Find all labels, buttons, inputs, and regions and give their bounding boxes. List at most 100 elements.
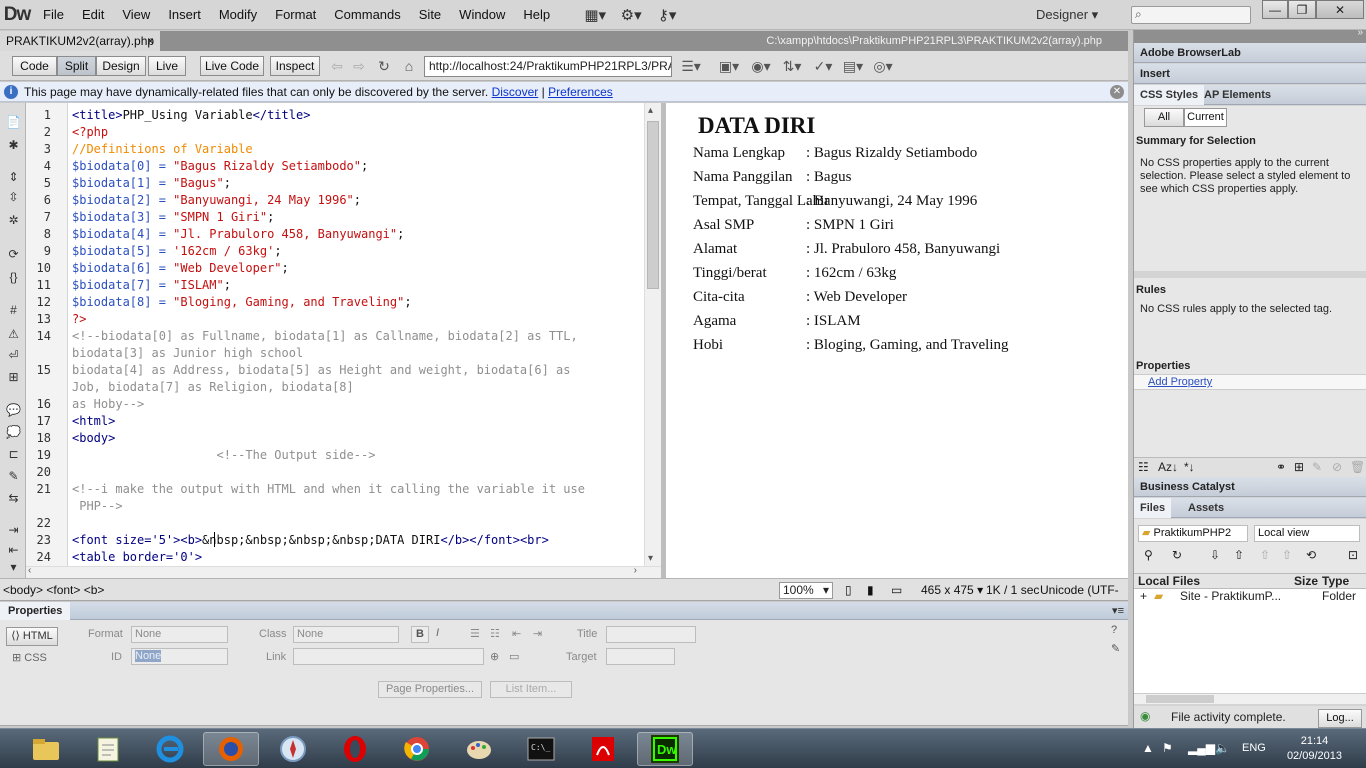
close-icon[interactable]: × xyxy=(147,31,154,51)
collapse-tag-icon[interactable]: ⇕ xyxy=(5,168,22,185)
put-files-icon[interactable]: ⇧ xyxy=(1234,548,1244,562)
title-input[interactable] xyxy=(606,626,696,643)
ordered-list-icon[interactable]: ☷ xyxy=(490,627,500,640)
page-options-icon[interactable]: ☰▾ xyxy=(680,56,702,76)
acrobat-icon[interactable] xyxy=(575,732,631,766)
window-size-icon[interactable]: ▭ xyxy=(891,579,902,601)
line-numbers-icon[interactable]: # xyxy=(5,301,22,318)
highlight-invalid-icon[interactable]: ⚠ xyxy=(5,325,22,342)
open-documents-icon[interactable]: 📄 xyxy=(5,113,22,130)
live-code-button[interactable]: Live Code xyxy=(200,56,264,76)
code-line[interactable]: $biodata[2] = "Banyuwangi, 24 May 1996"; xyxy=(72,192,361,209)
check-browser-icon[interactable]: ◎▾ xyxy=(872,56,894,76)
tab-files[interactable]: Files xyxy=(1134,498,1172,518)
select-tool-icon[interactable]: ▯ xyxy=(845,579,852,601)
cmd-icon[interactable]: C:\_ xyxy=(513,732,569,766)
code-line[interactable]: as Hoby--> xyxy=(72,396,144,413)
design-view-button[interactable]: Design xyxy=(96,56,146,76)
code-line[interactable]: Job, biodata[7] as Religion, biodata[8] xyxy=(72,379,354,396)
show-code-navigator-icon[interactable]: ✱ xyxy=(5,136,22,153)
menu-format[interactable]: Format xyxy=(266,0,325,30)
firefox-icon[interactable] xyxy=(203,732,259,766)
safari-icon[interactable] xyxy=(265,732,321,766)
scrollbar-thumb[interactable] xyxy=(647,121,659,289)
synchronize-icon[interactable]: ⟲ xyxy=(1306,548,1316,562)
preferences-link[interactable]: Preferences xyxy=(548,85,613,99)
hand-tool-icon[interactable]: ▮ xyxy=(867,579,874,601)
browse-folder-icon[interactable]: ▭ xyxy=(509,650,519,663)
code-line[interactable]: <?php xyxy=(72,124,108,141)
internet-explorer-icon[interactable] xyxy=(142,732,198,766)
link-input[interactable] xyxy=(293,648,484,665)
business-catalyst-header[interactable]: Business Catalyst xyxy=(1134,477,1366,497)
forward-arrow-icon[interactable]: ⇨ xyxy=(348,56,370,76)
alphabetical-icon[interactable]: Az↓ xyxy=(1158,460,1178,474)
zoom-select[interactable]: 100% ▾ xyxy=(779,582,833,599)
menu-site[interactable]: Site xyxy=(410,0,450,30)
multiscreen-icon[interactable]: ▣▾ xyxy=(718,56,740,76)
menu-window[interactable]: Window xyxy=(450,0,514,30)
restore-button[interactable]: ❐ xyxy=(1288,0,1316,19)
code-line[interactable]: $biodata[6] = "Web Developer"; xyxy=(72,260,289,277)
scroll-down-icon[interactable]: ▾ xyxy=(648,553,653,564)
new-css-rule-icon[interactable]: ⊞ xyxy=(1294,460,1304,474)
tab-assets[interactable]: Assets xyxy=(1182,498,1230,518)
view-select[interactable]: Local view xyxy=(1254,525,1360,542)
code-line[interactable]: //Definitions of Variable xyxy=(72,141,253,158)
unordered-list-icon[interactable]: ☰ xyxy=(470,627,480,640)
page-properties-button[interactable]: Page Properties... xyxy=(378,681,482,698)
code-line[interactable]: $biodata[1] = "Bagus"; xyxy=(72,175,231,192)
document-tab[interactable]: PRAKTIKUM2v2(array).php × xyxy=(0,31,160,51)
chrome-icon[interactable] xyxy=(389,732,445,766)
tag-selector[interactable]: <body> <font> <b> xyxy=(3,579,104,601)
gear-icon[interactable]: ⚙▾ xyxy=(613,0,649,30)
show-category-icon[interactable]: ☷ xyxy=(1138,460,1149,474)
code-line[interactable]: <table border='0'> xyxy=(72,549,202,566)
volume-icon[interactable]: 🔈 xyxy=(1215,741,1230,755)
layout-icon[interactable]: ▦▾ xyxy=(577,0,613,30)
menu-edit[interactable]: Edit xyxy=(73,0,113,30)
tab-ap-elements[interactable]: AP Elements xyxy=(1198,85,1277,105)
help-search-input[interactable]: ⌕ xyxy=(1131,6,1251,24)
size-header[interactable]: Size xyxy=(1294,574,1318,588)
expand-panel-icon[interactable]: ⊡ xyxy=(1348,548,1358,562)
home-icon[interactable]: ⌂ xyxy=(398,56,420,76)
workspace-switcher[interactable]: Designer ▾ xyxy=(1036,0,1098,30)
expand-icon[interactable]: + xyxy=(1140,589,1147,603)
menu-help[interactable]: Help xyxy=(514,0,559,30)
italic-button[interactable]: I xyxy=(436,627,439,639)
window-size[interactable]: 465 x 475 ▾ xyxy=(921,579,983,601)
notepad-icon[interactable] xyxy=(80,732,136,766)
select-parent-tag-icon[interactable]: ⟳ xyxy=(5,245,22,262)
insert-panel-header[interactable]: Insert xyxy=(1134,64,1366,84)
bold-button[interactable]: B xyxy=(411,626,429,643)
css-mode-button[interactable]: ⊞ CSS xyxy=(12,651,47,664)
attach-stylesheet-icon[interactable]: ⚭ xyxy=(1276,460,1286,474)
menu-modify[interactable]: Modify xyxy=(210,0,266,30)
current-button[interactable]: Current xyxy=(1184,108,1227,127)
show-hidden-icons[interactable]: ▲ xyxy=(1142,741,1154,755)
site-select[interactable]: ▰ PraktikumPHP2 xyxy=(1138,525,1248,542)
show-set-properties-icon[interactable]: *↓ xyxy=(1184,460,1195,474)
format-source-icon[interactable]: ▾ xyxy=(5,558,22,575)
code-vertical-scrollbar[interactable]: ▴ ▾ xyxy=(644,103,661,566)
paint-icon[interactable] xyxy=(451,732,507,766)
collapse-dock-icon[interactable]: » xyxy=(1357,27,1363,38)
file-explorer-icon[interactable] xyxy=(18,732,74,766)
remove-comment-icon[interactable]: 💭 xyxy=(5,423,22,440)
code-line[interactable]: $biodata[3] = "SMPN 1 Giri"; xyxy=(72,209,274,226)
menu-commands[interactable]: Commands xyxy=(325,0,409,30)
class-select[interactable]: None xyxy=(293,626,399,643)
files-horizontal-scrollbar[interactable] xyxy=(1134,693,1366,704)
point-to-file-icon[interactable]: ⊕ xyxy=(490,650,499,663)
menu-insert[interactable]: Insert xyxy=(159,0,210,30)
expand-all-icon[interactable]: ✲ xyxy=(5,211,22,228)
code-line[interactable]: <font size='5'><b>&nbsp;&nbsp;&nbsp;&nbs… xyxy=(72,532,549,549)
wrap-tag-icon[interactable]: ⊏ xyxy=(5,445,22,462)
collapse-selection-icon[interactable]: ⇳ xyxy=(5,188,22,205)
code-line[interactable]: $biodata[5] = '162cm / 63kg'; xyxy=(72,243,282,260)
code-line[interactable]: <title>PHP_Using Variable</title> xyxy=(72,107,310,124)
code-line[interactable]: biodata[3] as Junior high school xyxy=(72,345,303,362)
apply-comment-icon[interactable]: 💬 xyxy=(5,401,22,418)
check-out-icon[interactable]: ⇧ xyxy=(1260,548,1270,562)
